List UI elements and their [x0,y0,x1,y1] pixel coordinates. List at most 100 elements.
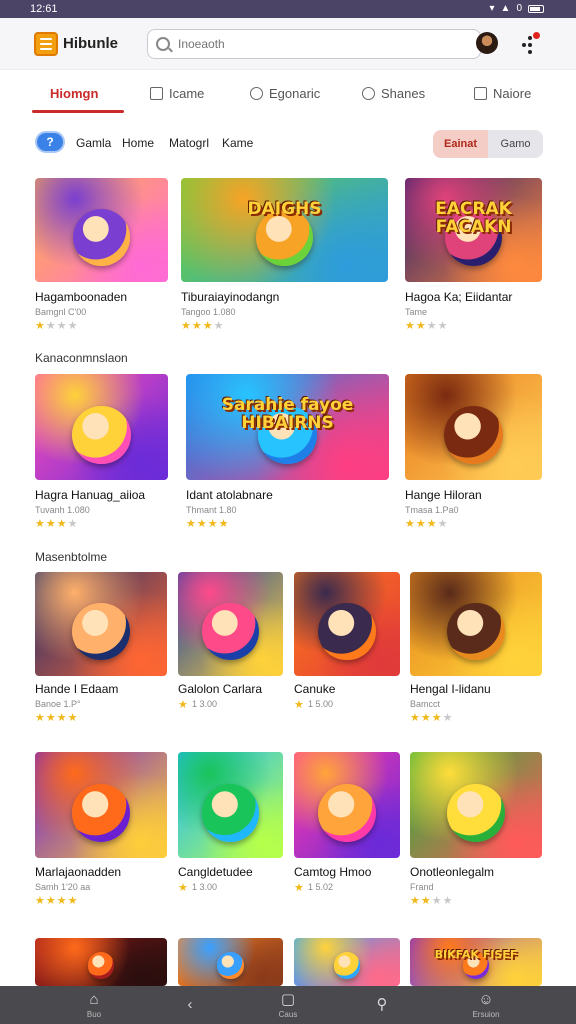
game-card[interactable]: Hange Hiloran Tmasa 1.Pa0 ★★★★ [405,374,542,530]
back-icon: ‹ [187,996,193,1013]
game-banner-text: EACRAK FACAKN [435,198,512,237]
square-icon: ▢ [280,990,296,1008]
filter-chip[interactable]: Home [122,136,154,150]
game-title[interactable]: Marlajaonadden [35,865,121,879]
game-title[interactable]: Onotleonlegalm [410,865,494,879]
character-art [444,405,503,465]
game-title[interactable]: Idant atolabnare [186,488,273,502]
game-card[interactable]: Sarahie fayoe HIBAIRNS Idant atolabnare Th… [186,374,389,530]
battery-icon [528,5,544,13]
game-title[interactable]: Hagra Hanuag_aiioa [35,488,145,502]
game-title[interactable]: Hagamboonaden [35,290,127,304]
star-rating: ★ [294,699,305,711]
nav-back[interactable]: ‹ [160,986,220,1024]
tab-shanes[interactable]: Shanes [362,70,425,116]
game-title[interactable]: Hande I Edaam [35,682,118,696]
game-thumbnail[interactable] [35,374,168,480]
game-thumbnail[interactable] [405,374,542,480]
game-card[interactable]: Camtog Hmoo 1 5.02 ★ [294,752,400,905]
game-title[interactable]: Cangldetudee [178,865,253,879]
wifi-icon: ▾ [489,3,495,14]
nav-label: Ersuion [472,1009,500,1019]
character-art [201,603,260,661]
profile-icon: ☺ [478,990,494,1008]
status-battery-level: 0 [516,3,522,14]
filter-chip[interactable]: Matogrl [169,136,209,150]
star-rating: ★★★★ [186,518,230,530]
game-thumbnail[interactable] [178,572,283,676]
game-card[interactable]: Hengal I-lidanu Bamcct ★★★★ [410,572,542,724]
game-meta: Tuvanh 1.080 [35,505,90,515]
game-thumbnail[interactable] [294,938,400,986]
game-meta: Frand [410,882,434,892]
game-thumbnail[interactable] [35,752,167,858]
game-thumbnail[interactable] [178,752,283,858]
game-meta: 1 5.02 [308,882,334,892]
nav-search[interactable]: ⚲ [352,986,412,1024]
game-thumbnail[interactable]: BIKFAK FISEF [410,938,542,986]
status-icons: ▾ ▲ 0 [489,3,544,14]
game-thumbnail[interactable]: Sarahie fayoe HIBAIRNS [186,374,389,480]
game-thumbnail[interactable] [178,938,283,986]
game-thumbnail[interactable] [35,572,167,676]
game-card[interactable]: DAIGHS Tiburaiayinodangn Tangoo 1.080 ★★★★ [181,178,388,332]
status-bar: 12:61 ▾ ▲ 0 [0,0,576,18]
segment-option[interactable]: Eainat [433,130,488,158]
nav-profile[interactable]: ☺ Ersuion [456,986,516,1024]
game-card[interactable]: Hagamboonaden Bamgnl C'00 ★★★★ [35,178,168,332]
game-card[interactable]: EACRAK FACAKN Hagoa Ka; Eiidantar Tame ★★★★ [405,178,542,332]
game-thumbnail[interactable]: DAIGHS [181,178,388,282]
search-icon [156,36,170,51]
game-title[interactable]: Tiburaiayinodangn [181,290,279,304]
game-meta: 1 3.00 [192,699,218,709]
game-title[interactable]: Galolon Carlara [178,682,262,696]
filter-bar: ? Gamla Home Matogrl Kame Eainat Gamo [0,128,576,158]
tab-naiore[interactable]: Naiore [474,70,531,116]
game-card[interactable]: Onotleonlegalm Frand ★★★★ [410,752,542,907]
game-thumbnail[interactable]: EACRAK FACAKN [405,178,542,282]
nav-home[interactable]: ⌂ Buo [64,986,124,1024]
game-title[interactable]: Canuke [294,682,335,696]
game-thumbnail[interactable] [294,572,400,676]
game-thumbnail[interactable] [410,572,542,676]
star-rating: ★★★★ [410,712,454,724]
game-banner-text: DAIGHS [247,198,322,219]
game-title[interactable]: Camtog Hmoo [294,865,371,879]
game-thumbnail[interactable] [35,938,167,986]
game-thumbnail[interactable] [35,178,168,282]
tab-games[interactable]: Icame [150,70,204,116]
game-card[interactable]: Hagra Hanuag_aiioa Tuvanh 1.080 ★★★★ [35,374,168,530]
filter-chip[interactable]: Gamla [76,136,111,150]
game-meta: 1 5.00 [308,699,334,709]
game-thumbnail[interactable] [410,752,542,858]
star-rating: ★★★★ [35,320,79,332]
game-card[interactable]: Cangldetudee 1 3.00 ★ [178,752,283,905]
star-rating: ★★★★ [35,518,79,530]
search-icon: ⚲ [376,996,388,1013]
nav-games[interactable]: ▢ Caus [258,986,318,1024]
avatar[interactable] [476,32,498,54]
tab-label: Naiore [493,85,532,101]
game-card[interactable]: Marlajaonadden Samh 1'20 aa ★★★★ [35,752,167,907]
help-chip[interactable]: ? [35,131,65,153]
game-meta: Banoe 1.P° [35,699,81,709]
game-title[interactable]: Hagoa Ka; Eiidantar [405,290,512,304]
app-logo-icon[interactable] [34,31,58,56]
game-title[interactable]: Hengal I-lidanu [410,682,491,696]
game-card[interactable]: Hande I Edaam Banoe 1.P° ★★★★ [35,572,167,724]
star-rating: ★★★★ [181,320,225,332]
game-card[interactable]: Canuke 1 5.00 ★ [294,572,400,722]
game-thumbnail[interactable] [294,752,400,858]
search-bar[interactable] [147,28,481,59]
segment-option[interactable]: Gamo [488,130,543,158]
game-title[interactable]: Hange Hiloran [405,488,482,502]
filter-chip[interactable]: Kame [222,136,253,150]
search-input[interactable] [178,36,458,51]
nav-label: Caus [278,1009,298,1019]
game-card[interactable]: Galolon Carlara 1 3.00 ★ [178,572,283,722]
character-art [72,405,131,465]
character-art [446,783,506,843]
tab-egonaric[interactable]: Egonaric [250,70,320,116]
star-rating: ★ [178,699,189,711]
more-menu-button[interactable] [520,32,540,56]
